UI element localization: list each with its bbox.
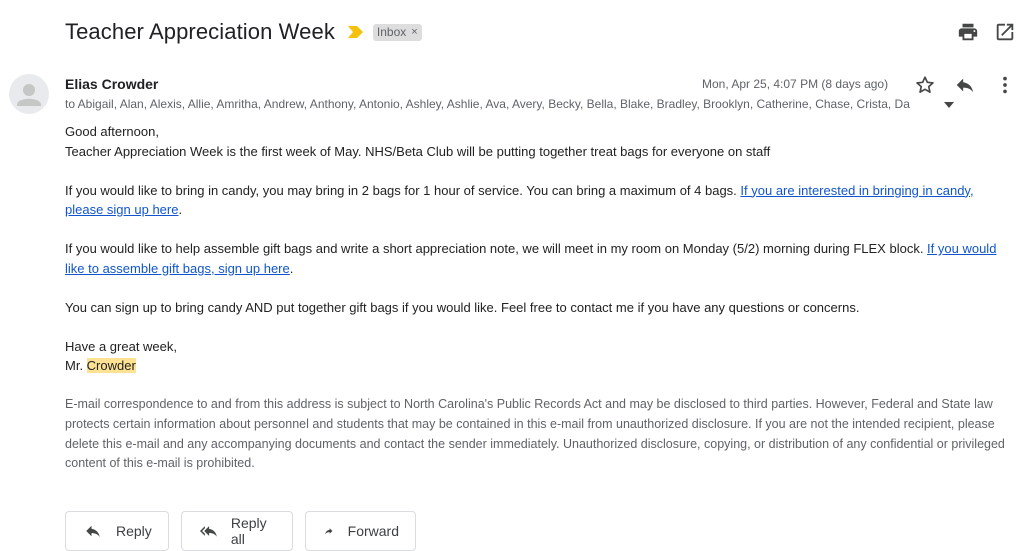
forward-icon — [325, 528, 333, 535]
reply-icon — [86, 525, 100, 537]
email-body: Good afternoon, Teacher Appreciation Wee… — [65, 122, 1015, 376]
forward-button[interactable]: Forward — [305, 511, 416, 551]
remove-label-button[interactable]: × — [411, 26, 417, 38]
body-line-1: Teacher Appreciation Week is the first w… — [65, 143, 771, 159]
email-date: Mon, Apr 25, 4:07 PM (8 days ago) — [702, 77, 889, 91]
signature: Mr. Crowder — [65, 356, 1015, 376]
reply-all-button[interactable]: Reply all — [181, 511, 293, 551]
candy-paragraph-text: If you would like to bring in candy, you… — [65, 182, 741, 198]
greeting: Good afternoon, — [65, 124, 159, 139]
recipients-line: to Abigail, Alan, Alexis, Allie, Amritha… — [65, 97, 910, 111]
forward-button-label: Forward — [347, 523, 399, 539]
importance-marker-icon[interactable] — [347, 26, 363, 38]
print-icon[interactable] — [957, 21, 979, 43]
reply-icon[interactable] — [954, 74, 976, 96]
gift-bags-paragraph-text: If you would like to help assemble gift … — [65, 241, 928, 256]
email-subject: Teacher Appreciation Week — [65, 19, 335, 44]
gift-bags-paragraph-end: . — [289, 260, 294, 276]
subject-row: Teacher Appreciation Week Inbox × — [65, 17, 422, 47]
candy-paragraph: If you would like to bring in candy, you… — [65, 181, 1015, 220]
reply-button-label: Reply — [116, 523, 152, 539]
signature-prefix: Mr. — [65, 358, 87, 373]
signature-name: Crowder — [86, 358, 136, 373]
open-in-new-window-icon[interactable] — [994, 21, 1016, 43]
star-icon[interactable] — [914, 74, 936, 96]
more-vertical-icon[interactable] — [994, 74, 1016, 96]
body-line-4: You can sign up to bring candy AND put t… — [65, 299, 860, 315]
reply-button[interactable]: Reply — [65, 511, 169, 551]
sender-name[interactable]: Elias Crowder — [65, 76, 158, 92]
label-text: Inbox — [376, 25, 407, 39]
legal-disclaimer: E-mail correspondence to and from this a… — [65, 397, 1005, 471]
default-avatar-icon — [9, 74, 49, 114]
reply-all-button-label: Reply all — [230, 515, 267, 547]
caret-down-icon[interactable] — [943, 100, 955, 110]
candy-paragraph-end: . — [178, 202, 183, 217]
gift-bags-paragraph: If you would like to help assemble gift … — [65, 239, 1015, 278]
closing: Have a great week, — [65, 338, 178, 354]
inbox-label-chip: Inbox × — [372, 23, 422, 41]
reply-all-icon — [200, 526, 217, 537]
